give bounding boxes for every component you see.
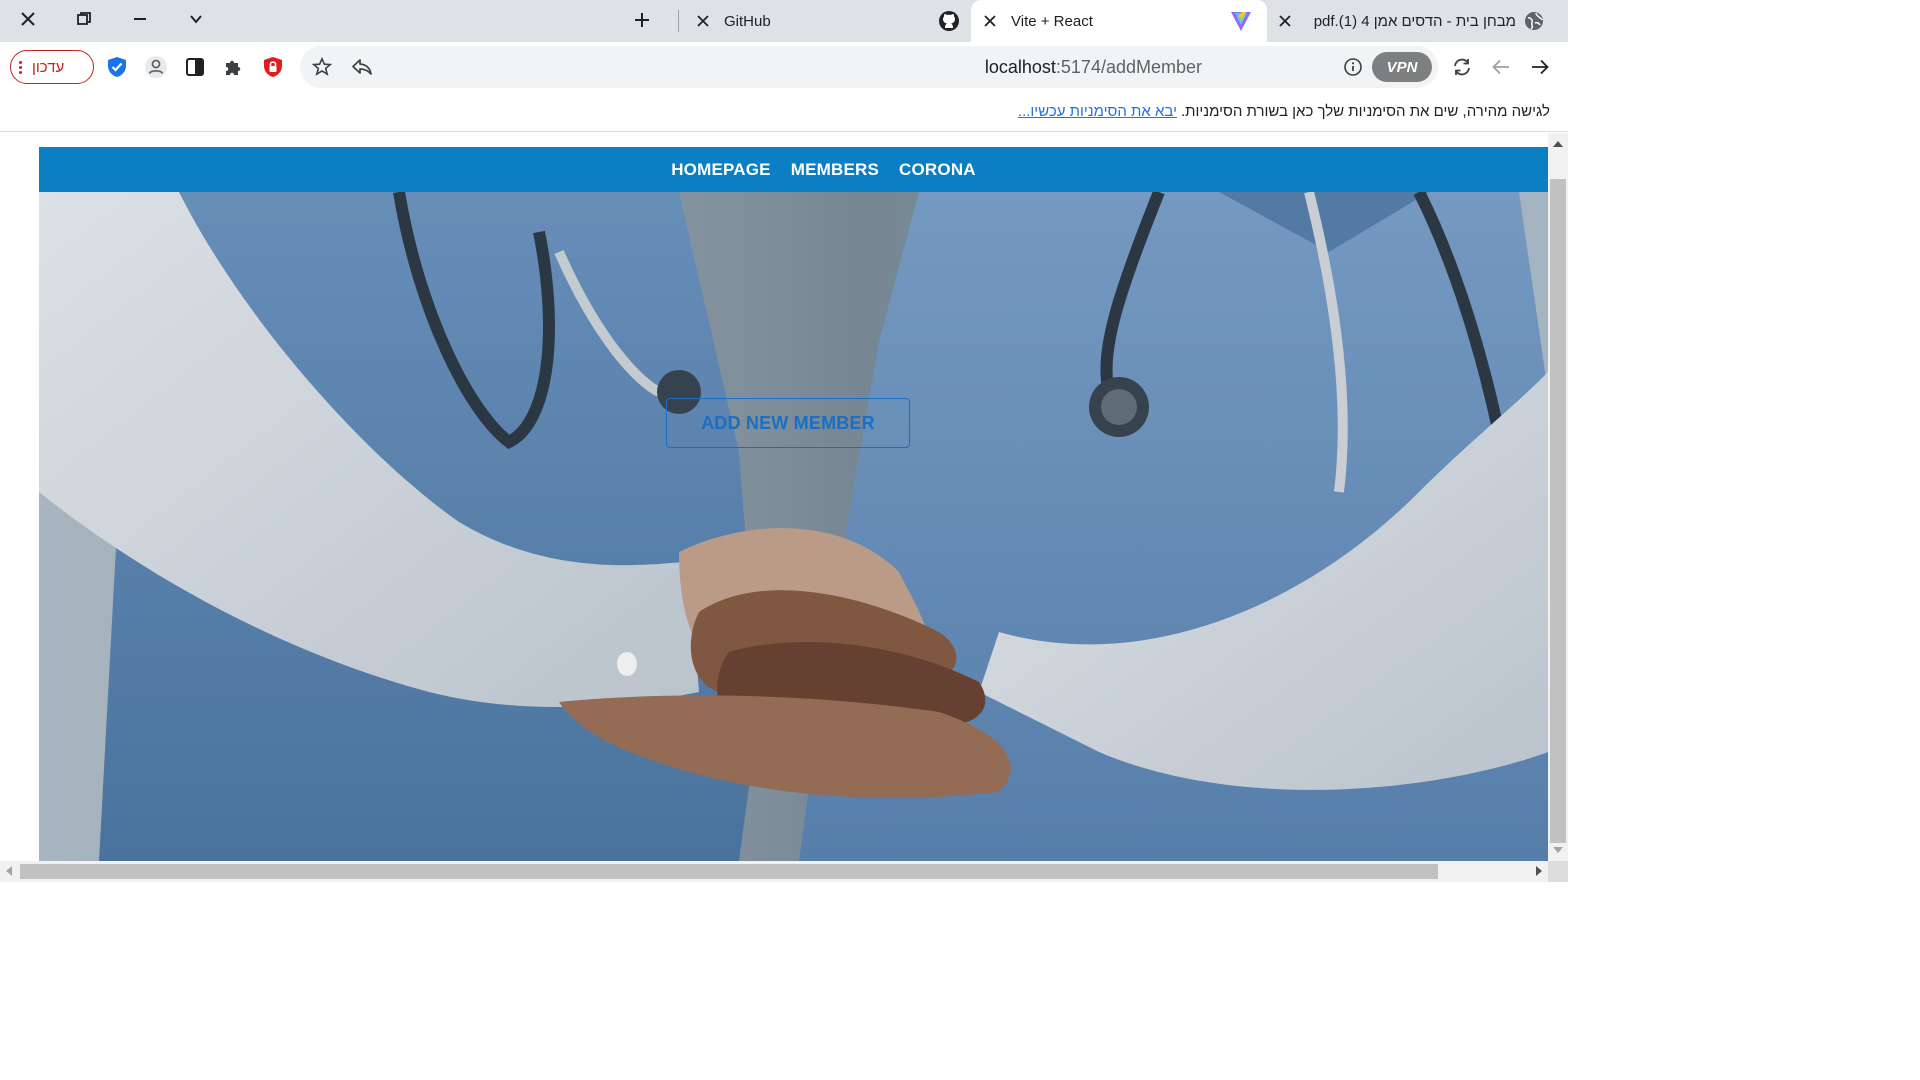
vite-icon	[1229, 9, 1253, 37]
tab-close-button[interactable]	[1274, 10, 1296, 32]
tab-strip: GitHub Vite + React מבחן בית - הדסים אמן…	[0, 0, 1568, 42]
nav-members[interactable]: MEMBERS	[791, 160, 879, 180]
scrollbar-corner	[1548, 861, 1568, 882]
close-icon	[697, 15, 709, 27]
back-button[interactable]	[1489, 55, 1513, 79]
github-icon	[938, 10, 960, 36]
page-viewport: HOMEPAGE MEMBERS CORONA ADD NEW MEMBER	[0, 133, 1568, 882]
url-text: localhost:5174/addMember	[985, 57, 1202, 78]
puzzle-icon	[226, 60, 241, 75]
medical-team-hands-photo	[39, 192, 1548, 861]
close-icon	[21, 12, 35, 26]
scroll-right-arrow-icon[interactable]	[1536, 866, 1542, 876]
url-path: :5174/addMember	[1055, 57, 1202, 77]
vpn-label: VPN	[1386, 58, 1418, 76]
extensions-button[interactable]	[222, 55, 246, 79]
lock-extension-button[interactable]	[261, 55, 285, 79]
globe-icon	[1524, 11, 1544, 35]
chevron-down-icon	[190, 15, 202, 24]
scroll-up-arrow-icon[interactable]	[1553, 141, 1563, 147]
nav-corona[interactable]: CORONA	[899, 160, 976, 180]
bookmarks-bar: לגישה מהירה, שים את הסימניות שלך כאן בשו…	[0, 92, 1568, 132]
window-close-button[interactable]	[12, 4, 44, 34]
window-restore-button[interactable]	[68, 4, 100, 34]
tab-separator	[678, 10, 679, 32]
hero-image: ADD NEW MEMBER	[39, 192, 1548, 861]
reload-button[interactable]	[1450, 55, 1474, 79]
forward-button[interactable]	[1528, 55, 1552, 79]
site-navbar: HOMEPAGE MEMBERS CORONA	[39, 147, 1548, 192]
tab-title: מבחן בית - הדסים אמן 4 (1).pdf	[1313, 12, 1516, 30]
minimize-icon	[134, 18, 146, 20]
lock-shield-icon	[264, 57, 282, 77]
share-button[interactable]	[350, 55, 374, 79]
tab-pdf[interactable]: מבחן בית - הדסים אמן 4 (1).pdf	[1270, 0, 1568, 42]
arrow-left-icon	[1492, 59, 1509, 75]
tab-search-button[interactable]	[180, 4, 212, 34]
side-panel-icon	[186, 58, 204, 76]
info-icon	[1344, 58, 1362, 76]
restore-icon	[77, 12, 91, 25]
vertical-scrollbar[interactable]	[1548, 133, 1568, 861]
plus-icon	[635, 13, 649, 27]
vpn-badge[interactable]: VPN	[1372, 52, 1432, 82]
more-vert-icon	[19, 60, 22, 74]
arrow-right-icon	[1532, 59, 1549, 75]
tab-vite-react[interactable]: Vite + React	[971, 0, 1267, 42]
star-icon	[312, 57, 332, 76]
bookmarks-message: לגישה מהירה, שים את הסימניות שלך כאן בשו…	[1180, 103, 1550, 120]
vertical-scroll-thumb[interactable]	[1550, 179, 1566, 843]
bookmark-star-button[interactable]	[310, 55, 334, 79]
profile-button[interactable]	[144, 55, 168, 79]
url-host: localhost	[984, 57, 1056, 77]
tab-close-button[interactable]	[979, 10, 1001, 32]
horizontal-scrollbar[interactable]	[0, 861, 1548, 882]
shield-icon	[108, 57, 126, 77]
share-icon	[352, 59, 372, 75]
tab-close-button[interactable]	[692, 10, 714, 32]
tab-title: GitHub	[724, 12, 771, 30]
import-bookmarks-link[interactable]: יבא את הסימניות עכשיו...	[1018, 103, 1177, 120]
address-bar[interactable]: localhost:5174/addMember VPN	[300, 46, 1438, 88]
tab-github[interactable]: GitHub	[686, 0, 972, 42]
window-minimize-button[interactable]	[124, 4, 156, 34]
site-info-button[interactable]	[1341, 55, 1365, 79]
add-new-member-button[interactable]: ADD NEW MEMBER	[666, 398, 910, 448]
scroll-left-arrow-icon[interactable]	[6, 866, 12, 876]
profile-icon	[145, 56, 167, 78]
update-label: עדכון	[32, 58, 65, 76]
new-tab-button[interactable]	[626, 5, 658, 35]
tab-title: Vite + React	[1011, 12, 1093, 30]
close-icon	[984, 15, 996, 27]
nav-homepage[interactable]: HOMEPAGE	[671, 160, 771, 180]
bitwarden-extension-button[interactable]	[105, 55, 129, 79]
close-icon	[1279, 15, 1291, 27]
horizontal-scroll-thumb[interactable]	[20, 864, 1438, 879]
scroll-down-arrow-icon[interactable]	[1553, 847, 1563, 853]
reload-icon	[1454, 58, 1470, 76]
browser-toolbar: עדכון localhost:5174/addMember VPN	[0, 42, 1568, 92]
side-panel-button[interactable]	[183, 55, 207, 79]
update-button[interactable]: עדכון	[10, 50, 94, 84]
